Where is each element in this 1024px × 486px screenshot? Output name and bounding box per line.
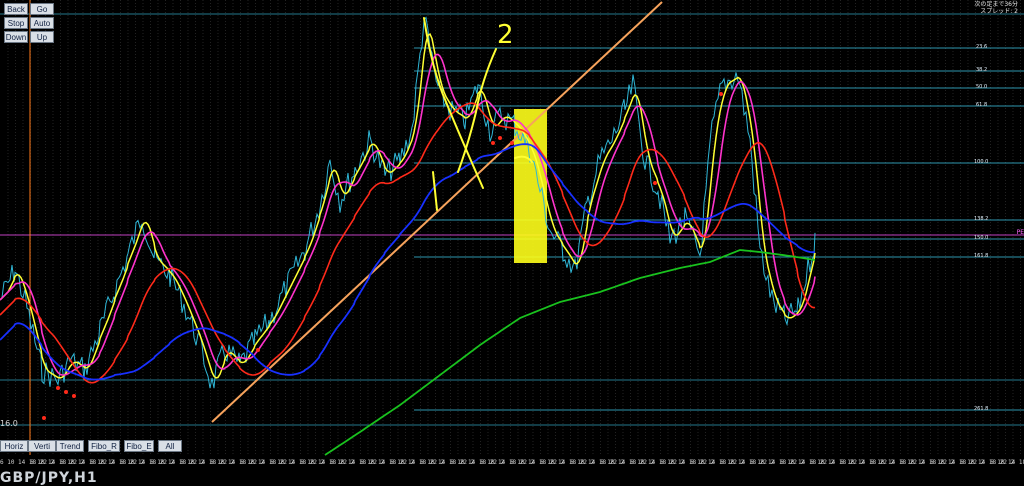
fibonacci-levels	[414, 47, 1024, 411]
ma-longest-line	[324, 249, 816, 456]
time-axis-label: 6 10 14 18 22 2	[840, 459, 895, 466]
time-axis-label: 6 10 14 18 22 2	[0, 459, 55, 466]
time-axis-label: 6 10 14 18 22 2	[990, 459, 1024, 466]
annotation-text: 2	[497, 20, 514, 50]
time-axis-label: 6 10 14 18 22 2	[630, 459, 685, 466]
time-axis-label: 6 10 14 18 22 2	[60, 459, 115, 466]
ma-fast-line	[0, 32, 816, 379]
chart-grid	[0, 0, 1024, 455]
time-axis-label: 6 10 14 18 22 2	[120, 459, 175, 466]
price-chart-canvas[interactable]: 2	[0, 0, 1024, 479]
bar-info-text: 次の足まで36分 スプレッド: 2	[974, 1, 1018, 15]
fib-label-150.0: 150.0	[974, 235, 989, 241]
zoom-label: 16.0	[0, 419, 18, 428]
time-axis-label: 6 10 14 18 22 2	[240, 459, 295, 466]
vert-line-button[interactable]: Verti	[28, 440, 56, 452]
time-axis-label: 6 10 14 18 22 2	[300, 459, 355, 466]
ma-long-line	[0, 143, 816, 381]
time-axis-label: 6 10 14 18 22 2	[570, 459, 625, 466]
price-line	[0, 16, 816, 389]
horiz-line-button[interactable]: Horiz	[0, 440, 28, 452]
fib-label-50.0: 50.0	[976, 84, 988, 90]
up-button[interactable]: Up	[30, 31, 54, 43]
time-axis-label: 6 10 14 18 22 2	[720, 459, 775, 466]
fib-label-261.8: 261.8	[974, 406, 989, 412]
time-axis-label: 6 10 14 18 22 2	[210, 459, 265, 466]
auto-button[interactable]: Auto	[30, 17, 54, 29]
time-axis-label: 6 10 14 18 22 2	[930, 459, 985, 466]
fib-label-38.2: 38.2	[976, 67, 988, 73]
time-axis-label: 6 10 14 18 22 2	[420, 459, 475, 466]
time-axis-label: 6 10 14 18 22 2	[540, 459, 595, 466]
time-axis-label: 6 10 14 18 22 2	[600, 459, 655, 466]
spread-readout: スプレッド: 2	[980, 8, 1018, 15]
fib-label-138.2: 138.2	[974, 216, 989, 222]
time-axis-label: 6 10 14 18 22 2	[900, 459, 955, 466]
time-axis-label: 6 10 14 18 22 2	[750, 459, 805, 466]
fib-label-100.0: 100.0	[974, 159, 989, 165]
fib-label-161.8: 161.8	[974, 253, 989, 259]
time-axis-label: 6 10 14 18 22 2	[450, 459, 505, 466]
time-axis-label: 6 10 14 18 22 2	[780, 459, 835, 466]
time-axis-label: 6 10 14 18 22 2	[690, 459, 745, 466]
time-axis: 6 10 14 18 22 26 10 14 18 22 26 10 14 18…	[0, 459, 1024, 468]
down-button[interactable]: Down	[4, 31, 28, 43]
trend-line-button[interactable]: Trend	[56, 440, 84, 452]
time-axis-label: 6 10 14 18 22 2	[150, 459, 205, 466]
go-button[interactable]: Go	[30, 3, 54, 15]
time-axis-label: 6 10 14 18 22 2	[870, 459, 925, 466]
next-bar-timer: 次の足まで36分	[974, 1, 1018, 8]
pe-label: PE	[1016, 229, 1024, 236]
time-axis-label: 6 10 14 18 22 2	[330, 459, 385, 466]
time-axis-label: 6 10 14 18 22 2	[180, 459, 235, 466]
time-axis-label: 6 10 14 18 22 2	[510, 459, 565, 466]
time-axis-label: 6 10 14 18 22 2	[30, 459, 85, 466]
time-axis-label: 6 10 14 18 22 2	[960, 459, 1015, 466]
time-axis-label: 6 10 14 18 22 2	[90, 459, 145, 466]
ma-slow-line	[0, 102, 816, 384]
stop-button[interactable]: Stop	[4, 17, 28, 29]
back-button[interactable]: Back	[4, 3, 28, 15]
time-axis-label: 6 10 14 18 22 2	[390, 459, 445, 466]
fibo-expansion-button[interactable]: Fibo_E	[124, 440, 154, 452]
time-axis-label: 6 10 14 18 22 2	[810, 459, 865, 466]
time-axis-label: 6 10 14 18 22 2	[480, 459, 535, 466]
time-axis-label: 6 10 14 18 22 2	[660, 459, 715, 466]
yellow-highlight-box	[514, 109, 547, 263]
symbol-title: GBP/JPY,H1	[0, 470, 98, 486]
fib-label-23.6: 23.6	[976, 44, 988, 50]
fibo-retracement-button[interactable]: Fibo_R	[88, 440, 120, 452]
all-objects-button[interactable]: All	[158, 440, 182, 452]
time-axis-label: 6 10 14 18 22 2	[360, 459, 415, 466]
ma-mid-line	[0, 53, 816, 376]
time-axis-label: 6 10 14 18 22 2	[270, 459, 325, 466]
fib-label-61.8: 61.8	[976, 102, 988, 108]
